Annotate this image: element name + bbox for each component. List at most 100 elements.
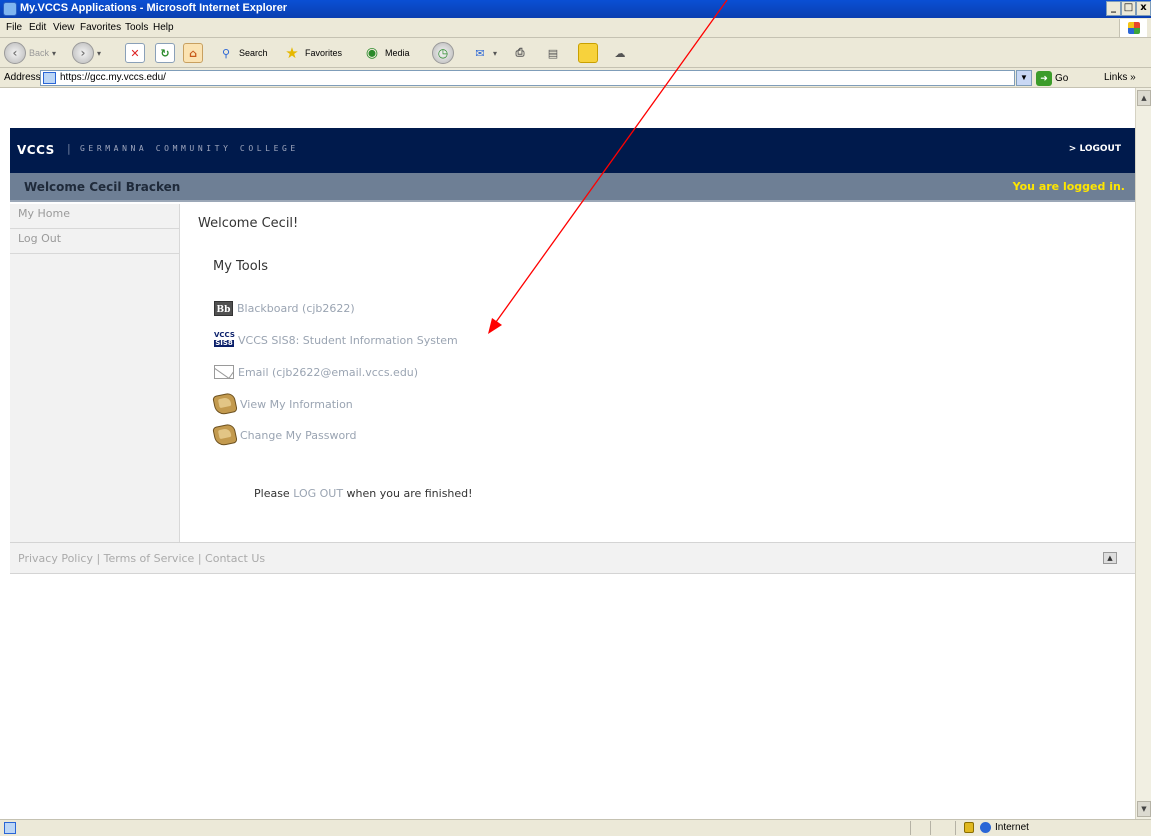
vccs-icon-top: VCCS (214, 331, 235, 339)
search-icon: ⚲ (221, 46, 231, 60)
tool-change-password-link[interactable]: Change My Password (212, 422, 357, 448)
sidebar-item-log-out[interactable]: Log Out (10, 229, 180, 254)
window-title: My.VCCS Applications - Microsoft Interne… (20, 2, 288, 14)
history-icon: ◷ (432, 42, 454, 64)
print-button[interactable]: ⎙ (510, 42, 530, 64)
scroll-down-icon[interactable]: ▼ (1137, 801, 1151, 817)
ie-window-icon (3, 2, 17, 16)
mail-dropdown-icon[interactable]: ▾ (493, 49, 497, 58)
tool-label: View My Information (240, 397, 353, 411)
search-label: Search (239, 48, 268, 58)
menu-bar: File Edit View Favorites Tools Help (0, 18, 1151, 38)
menu-edit[interactable]: Edit (29, 22, 46, 33)
messenger-icon: ☁ (614, 46, 626, 60)
media-icon: ◉ (365, 45, 379, 61)
window-controls: _ □ x (1106, 1, 1151, 17)
footer-separator: | (92, 552, 104, 565)
page-title: Welcome Cecil! (198, 216, 299, 231)
tool-view-info-link[interactable]: View My Information (212, 391, 353, 417)
forward-button[interactable]: › ▾ (72, 42, 101, 64)
restore-button[interactable]: □ (1121, 1, 1136, 16)
welcome-user: Welcome Cecil Bracken (24, 180, 181, 194)
menu-favorites[interactable]: Favorites (80, 22, 121, 33)
blackboard-icon: Bb (214, 300, 233, 316)
close-button[interactable]: x (1136, 1, 1151, 16)
address-url: https://gcc.my.vccs.edu/ (60, 72, 166, 83)
contact-us-link[interactable]: Contact Us (205, 552, 265, 565)
sidebar: My Home Log Out (10, 204, 180, 542)
banner-logout-link[interactable]: > LOGOUT (1069, 144, 1121, 154)
edit-icon: ▤ (547, 46, 559, 60)
links-button[interactable]: Links » (1104, 72, 1136, 83)
welcome-bar: Welcome Cecil Bracken You are logged in. (10, 173, 1135, 202)
vertical-scrollbar[interactable]: ▲ ▼ (1135, 88, 1151, 819)
status-bar: Internet (0, 819, 1151, 836)
print-icon: ⎙ (515, 46, 525, 59)
favorites-button[interactable]: ★ Favorites (282, 42, 342, 64)
vccs-sis-icon: VCCS SIS8 (214, 331, 235, 348)
forward-dropdown-icon[interactable]: ▾ (97, 49, 101, 58)
menu-view[interactable]: View (53, 22, 75, 33)
back-label: Back (29, 48, 50, 58)
tool-sis-link[interactable]: VCCS SIS8 VCCS SIS8: Student Information… (214, 329, 458, 351)
tools-heading: My Tools (213, 259, 269, 274)
edit-button[interactable]: ▤ (543, 42, 563, 64)
footer-links: Privacy Policy | Terms of Service | Cont… (18, 552, 265, 565)
terms-of-service-link[interactable]: Terms of Service (104, 552, 195, 565)
mail-button[interactable]: ✉ ▾ (470, 42, 497, 64)
minimize-button[interactable]: _ (1106, 1, 1121, 16)
tool-email-link[interactable]: Email (cjb2622@email.vccs.edu) (214, 361, 418, 383)
menu-help[interactable]: Help (153, 22, 174, 33)
history-button[interactable]: ◷ (432, 42, 454, 64)
scroll-up-icon[interactable]: ▲ (1137, 90, 1151, 106)
menu-tools[interactable]: Tools (125, 22, 148, 33)
media-button[interactable]: ◉ Media (362, 42, 410, 64)
site-banner: VCCS | GERMANNA COMMUNITY COLLEGE > LOGO… (10, 128, 1135, 173)
refresh-button[interactable]: ↻ (155, 42, 175, 64)
mail-icon: ✉ (475, 46, 485, 60)
status-cell (910, 821, 911, 835)
page-icon (43, 72, 56, 84)
stop-button[interactable]: ✕ (125, 42, 145, 64)
tool-blackboard-link[interactable]: Bb Blackboard (cjb2622) (214, 297, 355, 319)
sidebar-item-my-home[interactable]: My Home (10, 204, 180, 229)
status-cell (955, 821, 956, 835)
footer-separator: | (194, 552, 206, 565)
brand-separator: | (67, 142, 71, 155)
folder-icon (212, 422, 238, 448)
address-input[interactable]: https://gcc.my.vccs.edu/ (40, 70, 1015, 86)
stop-icon: ✕ (125, 43, 145, 63)
favorites-star-icon: ★ (285, 44, 299, 62)
notes-button[interactable] (578, 42, 598, 64)
back-dropdown-icon[interactable]: ▾ (52, 49, 56, 58)
reminder-after: when you are finished! (343, 487, 473, 500)
page-footer: Privacy Policy | Terms of Service | Cont… (10, 542, 1135, 574)
envelope-icon (214, 365, 234, 379)
address-dropdown-icon[interactable]: ▼ (1016, 70, 1032, 86)
reminder-logout-link[interactable]: LOG OUT (293, 487, 343, 500)
forward-arrow-icon: › (72, 42, 94, 64)
address-label: Address (4, 72, 41, 83)
folder-icon (212, 391, 238, 417)
back-to-top-icon[interactable]: ▲ (1103, 552, 1117, 564)
messenger-button[interactable]: ☁ (610, 42, 630, 64)
college-name: GERMANNA COMMUNITY COLLEGE (80, 144, 299, 153)
tool-label: VCCS SIS8: Student Information System (238, 333, 458, 347)
privacy-policy-link[interactable]: Privacy Policy (18, 552, 93, 565)
tool-label: Change My Password (240, 428, 357, 442)
home-icon: ⌂ (183, 43, 203, 63)
search-button[interactable]: ⚲ Search (216, 42, 268, 64)
go-button[interactable]: ➜ Go (1036, 70, 1068, 86)
go-arrow-icon: ➜ (1036, 70, 1052, 86)
page-status-icon (4, 822, 16, 834)
logout-reminder: Please LOG OUT when you are finished! (254, 487, 473, 500)
vccs-brand: VCCS (17, 143, 55, 157)
menu-file[interactable]: File (6, 22, 22, 33)
globe-icon (980, 822, 991, 833)
status-cell (930, 821, 931, 835)
vccs-icon-bottom: SIS8 (214, 339, 234, 347)
reminder-before: Please (254, 487, 294, 500)
home-button[interactable]: ⌂ (183, 42, 203, 64)
back-button[interactable]: ‹ Back ▾ (4, 42, 56, 64)
login-status: You are logged in. (1012, 180, 1125, 193)
